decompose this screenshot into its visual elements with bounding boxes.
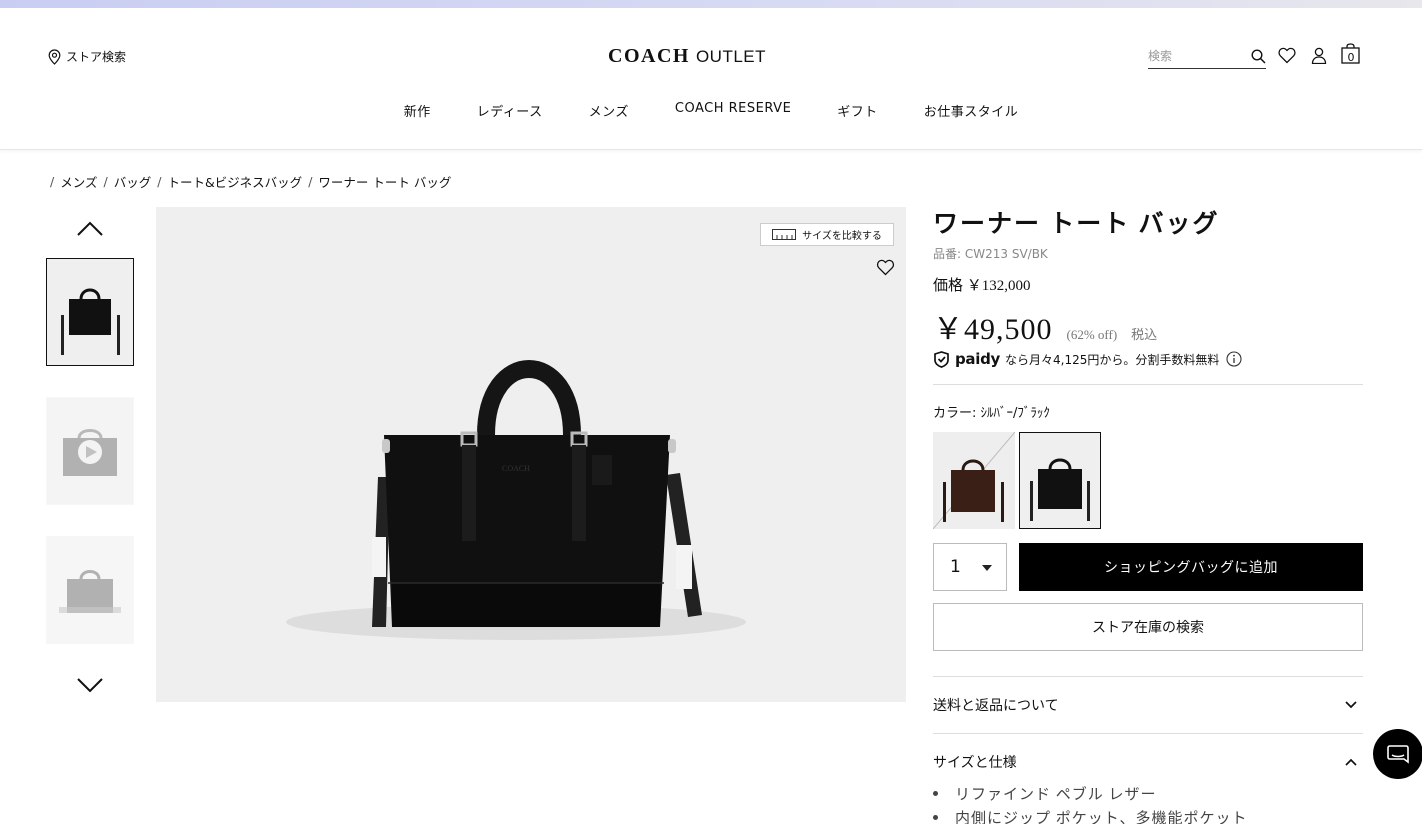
brown-bag-swatch-image [933,432,1015,529]
shopping-bag-icon[interactable]: 0 [1341,43,1361,65]
product-sku: 品番: CW213 SV/BK [933,247,1048,261]
breadcrumb-separator: / [308,174,313,189]
thumbnail-down-arrow[interactable] [72,670,108,700]
coach-outlet-logo[interactable]: COACH OUTLET [608,45,766,68]
breadcrumb-separator: / [50,174,55,189]
bag-angle-thumbnail-image [47,537,133,643]
paidy-logo-icon [934,350,949,368]
compare-size-button[interactable]: サイズを比較する [760,223,894,246]
logo-main: COACH [608,45,690,67]
store-finder-link[interactable]: ストア検索 [48,48,126,65]
ruler-icon [772,229,797,240]
video-thumbnail-image [47,398,133,504]
chat-bubble-icon [1387,745,1409,764]
quantity-select[interactable]: 1 [933,543,1007,591]
chevron-down-icon [1345,701,1357,709]
svg-text:COACH: COACH [502,464,530,473]
nav-item-gift[interactable]: ギフト [837,101,878,120]
paidy-text: なら月々4,125円から。分割手数料無料 [1005,352,1220,367]
caret-down-icon [982,565,992,571]
breadcrumb-separator: / [103,174,108,189]
black-bag-swatch-image [1020,433,1100,528]
compare-size-label: サイズを比較する [802,231,882,242]
add-to-wishlist-button[interactable] [876,259,895,280]
main-navigation: 新作 レディース メンズ COACH RESERVE ギフト お仕事スタイル [0,101,1422,120]
search-box [1148,44,1266,69]
sale-price-row: ￥49,500 (62% off) 税込 [933,304,1157,348]
chat-support-button[interactable] [1373,729,1422,779]
thumbnail-front[interactable] [46,258,134,366]
breadcrumb: / メンズ / バッグ / トート&ビジネスバッグ / ワーナー トート バッグ [50,172,451,191]
spec-item: 内側にジップ ポケット、多機能ポケット [933,805,1247,824]
breadcrumb-item-bags[interactable]: バッグ [114,172,152,191]
nav-item-new[interactable]: 新作 [404,101,431,120]
breadcrumb-separator: / [157,174,162,189]
site-header: ストア検索 COACH OUTLET 0 新作 レディース メンズ COACH … [0,8,1422,150]
list-price: 価格 ￥132,000 [933,278,1031,294]
thumbnail-angle[interactable] [46,536,134,644]
nav-item-womens[interactable]: レディース [477,101,543,120]
color-swatch-black[interactable] [1019,432,1101,529]
shipping-returns-accordion[interactable]: 送料と返品について [933,676,1363,733]
discount-percent: (62% off) [1066,327,1118,342]
search-input[interactable] [1148,49,1244,63]
shipping-returns-label: 送料と返品について [933,698,1059,714]
info-icon[interactable] [1226,351,1242,367]
heart-icon [876,259,895,276]
nav-item-coach-reserve[interactable]: COACH RESERVE [675,101,791,120]
nav-item-mens[interactable]: メンズ [589,101,629,120]
quantity-value: 1 [950,557,961,577]
location-pin-icon [48,48,61,65]
color-label: カラー: ｼﾙﾊﾞｰ/ﾌﾞﾗｯｸ [933,406,1050,421]
chevron-down-icon [77,678,103,693]
store-finder-label: ストア検索 [66,50,127,64]
sale-price: ￥49,500 [933,313,1053,346]
paidy-installment-row: paidy なら月々4,125円から。分割手数料無料 [933,350,1242,368]
details-divider [933,384,1363,385]
spec-item: リファインド ペブル レザー [933,781,1247,805]
search-icon[interactable] [1251,48,1266,64]
top-accent-bar [0,0,1422,8]
spec-list: リファインド ペブル レザー 内側にジップ ポケット、多機能ポケット [933,781,1247,824]
tote-bag-image: COACH [286,360,746,640]
account-user-icon[interactable] [1311,47,1327,64]
wishlist-heart-icon[interactable] [1278,47,1296,64]
add-to-bag-button[interactable]: ショッピングバッグに追加 [1019,543,1363,591]
product-title: ワーナー トート バッグ [933,211,1220,238]
breadcrumb-item-mens[interactable]: メンズ [60,172,97,191]
thumbnail-up-arrow[interactable] [72,214,108,244]
paidy-logo: paidy [955,350,1001,368]
logo-sub: OUTLET [695,47,767,66]
store-stock-search-button[interactable]: ストア在庫の検索 [933,603,1363,651]
breadcrumb-item-current: ワーナー トート バッグ [318,175,452,190]
chevron-up-icon [77,221,103,236]
color-swatch-brown[interactable] [933,432,1015,529]
size-specs-label: サイズと仕様 [933,755,1017,771]
nav-item-work-style[interactable]: お仕事スタイル [924,101,1019,120]
thumbnail-video[interactable] [46,397,134,505]
tax-included-label: 税込 [1131,328,1158,343]
main-product-image[interactable]: COACH サイズを比較する [156,207,906,702]
chevron-up-icon [1345,758,1357,766]
bag-thumbnail-image [47,259,133,365]
cart-count: 0 [1347,50,1355,64]
breadcrumb-item-tote-business[interactable]: トート&ビジネスバッグ [167,172,302,191]
